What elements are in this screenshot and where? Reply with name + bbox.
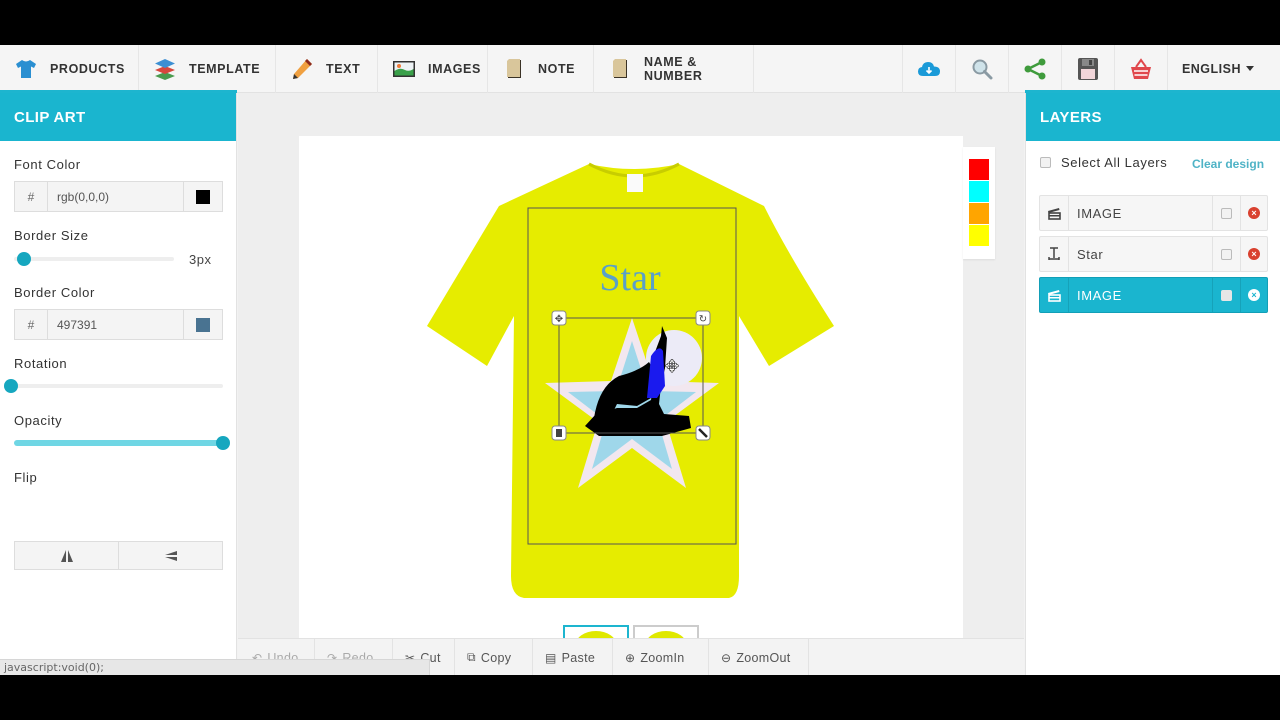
border-color-swatch[interactable] xyxy=(183,310,222,339)
delete-layer-icon[interactable]: × xyxy=(1248,207,1260,219)
share-icon xyxy=(1024,58,1046,79)
designer-app: PRODUCTS TEMPLATE TEXT IMAGES NOTE NAME … xyxy=(0,45,1280,675)
design-canvas[interactable]: Star ✥ ↻ ✥ xyxy=(299,136,963,638)
border-color-input[interactable]: # 497391 xyxy=(14,309,223,340)
save-button[interactable] xyxy=(1060,45,1114,93)
view-thumb-back[interactable] xyxy=(633,625,699,639)
layers-title: LAYERS xyxy=(1026,93,1280,141)
note-icon xyxy=(502,57,526,81)
design-workspace: Star ✥ ↻ ✥ xyxy=(238,93,1024,638)
rotation-label: Rotation xyxy=(14,356,68,371)
cart-button[interactable] xyxy=(1113,45,1167,93)
nav-text[interactable]: TEXT xyxy=(276,45,378,93)
cloud-upload-button[interactable] xyxy=(901,45,955,93)
paste-button[interactable]: ▤ Paste xyxy=(533,639,613,675)
cloud-upload-icon xyxy=(917,61,940,76)
share-button[interactable] xyxy=(1007,45,1061,93)
font-color-label: Font Color xyxy=(14,157,81,172)
resize-handle[interactable] xyxy=(695,425,711,441)
border-size-slider-handle[interactable] xyxy=(17,252,32,266)
border-color-value[interactable]: 497391 xyxy=(48,310,183,339)
text-layer-icon xyxy=(1040,237,1069,271)
nav-images[interactable]: IMAGES xyxy=(378,45,488,93)
rotation-slider-handle[interactable] xyxy=(4,379,18,393)
layer-lock-checkbox[interactable] xyxy=(1221,207,1232,219)
clear-design-link[interactable]: Clear design xyxy=(1192,157,1264,171)
move-handle[interactable]: ✥ xyxy=(551,310,567,326)
basket-icon xyxy=(1130,57,1151,79)
border-size-slider[interactable] xyxy=(14,257,174,261)
flip-horizontal-icon xyxy=(60,549,73,562)
text-layer-star[interactable]: Star xyxy=(599,257,661,299)
color-option-cyan[interactable] xyxy=(969,181,989,202)
flip-horizontal-button[interactable] xyxy=(15,542,118,569)
nav-note[interactable]: NOTE xyxy=(488,45,594,93)
delete-layer-icon[interactable]: × xyxy=(1248,248,1260,260)
layers-panel: LAYERS Select All Layers Clear design IM… xyxy=(1025,93,1280,675)
nav-name-number[interactable]: NAME & NUMBER xyxy=(594,45,754,93)
product-color-picker xyxy=(963,147,995,259)
color-option-yellow[interactable] xyxy=(969,225,989,246)
zoom-out-icon: ⊖ xyxy=(721,650,732,665)
layer-item-selected[interactable]: IMAGE × xyxy=(1039,277,1268,313)
font-color-value[interactable]: rgb(0,0,0) xyxy=(48,182,183,211)
color-option-red[interactable] xyxy=(969,159,989,180)
note-icon xyxy=(608,57,632,81)
font-color-swatch[interactable] xyxy=(183,182,222,211)
panel-title: CLIP ART xyxy=(0,93,236,141)
border-size-label: Border Size xyxy=(14,228,89,243)
opacity-slider[interactable] xyxy=(14,440,223,446)
flip-vertical-icon xyxy=(164,550,177,561)
browser-status-bar: javascript:void(0); xyxy=(0,659,430,675)
save-icon xyxy=(1077,57,1098,80)
pencil-icon xyxy=(290,57,314,81)
layers-icon xyxy=(153,57,177,81)
copy-button[interactable]: ⧉ Copy xyxy=(455,639,533,675)
nav-products[interactable]: PRODUCTS xyxy=(0,45,139,93)
tshirt-icon xyxy=(14,57,38,81)
product-preview: Star ✥ ↻ ✥ xyxy=(427,162,834,598)
image-icon xyxy=(392,57,416,81)
opacity-slider-handle[interactable] xyxy=(216,436,230,450)
copy-icon: ⧉ xyxy=(467,650,476,664)
layer-item[interactable]: Star × xyxy=(1039,236,1268,272)
caret-down-icon xyxy=(1246,66,1254,71)
layer-item[interactable]: IMAGE × xyxy=(1039,195,1268,231)
nav-template[interactable]: TEMPLATE xyxy=(139,45,276,93)
opacity-label: Opacity xyxy=(14,413,63,428)
paste-icon: ▤ xyxy=(545,650,557,665)
select-all-layers[interactable]: Select All Layers xyxy=(1040,155,1167,170)
svg-text:↻: ↻ xyxy=(699,314,707,325)
image-layer-icon xyxy=(1040,196,1069,230)
border-size-value: 3px xyxy=(189,252,212,267)
zoom-in-button[interactable]: ⊕ ZoomIn xyxy=(613,639,709,675)
layer-lock-checkbox[interactable] xyxy=(1221,289,1232,301)
flip-vertical-button[interactable] xyxy=(118,542,222,569)
delete-layer-icon[interactable]: × xyxy=(1248,289,1260,301)
color-option-orange[interactable] xyxy=(969,203,989,224)
toolbar-right: ENGLISH xyxy=(901,45,1280,93)
font-color-input[interactable]: # rgb(0,0,0) xyxy=(14,181,223,212)
top-navigation: PRODUCTS TEMPLATE TEXT IMAGES NOTE NAME … xyxy=(0,45,1280,93)
search-button[interactable] xyxy=(954,45,1008,93)
svg-text:✥: ✥ xyxy=(665,357,679,376)
tshirt-label xyxy=(627,174,643,192)
border-color-label: Border Color xyxy=(14,285,95,300)
delete-handle[interactable] xyxy=(551,425,567,441)
flip-controls xyxy=(14,541,223,570)
clip-art-panel: CLIP ART Font Color # rgb(0,0,0) Border … xyxy=(0,93,237,675)
move-cursor-icon: ✥ xyxy=(665,357,680,377)
rotation-slider[interactable] xyxy=(11,384,223,388)
flip-label: Flip xyxy=(14,470,38,485)
search-icon xyxy=(972,59,993,79)
zoom-out-button[interactable]: ⊖ ZoomOut xyxy=(709,639,809,675)
language-dropdown[interactable]: ENGLISH xyxy=(1166,45,1280,93)
svg-text:✥: ✥ xyxy=(555,314,563,325)
layer-lock-checkbox[interactable] xyxy=(1221,248,1232,260)
zoom-in-icon: ⊕ xyxy=(625,650,636,665)
select-all-checkbox[interactable] xyxy=(1040,157,1051,168)
rotate-handle[interactable]: ↻ xyxy=(695,310,711,326)
image-layer-icon xyxy=(1040,278,1069,312)
view-thumb-front[interactable] xyxy=(563,625,629,639)
